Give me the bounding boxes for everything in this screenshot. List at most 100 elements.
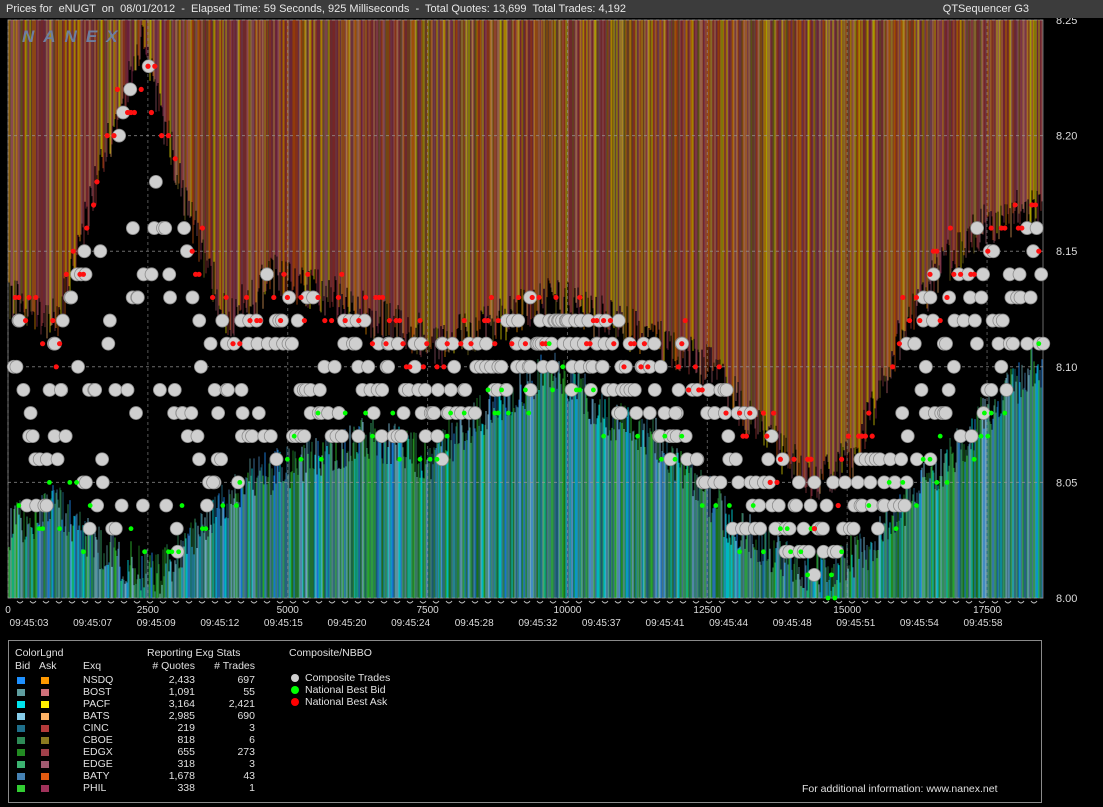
y-tick-label: 8.00 bbox=[1056, 593, 1077, 605]
x-minor-tick bbox=[523, 600, 531, 604]
composite-trade-marker bbox=[974, 290, 989, 305]
exchange-name: EDGE bbox=[83, 758, 113, 770]
x-minor-tick bbox=[913, 600, 921, 604]
x-tick-label: 12500 bbox=[693, 605, 721, 616]
composite-trade-marker bbox=[90, 498, 105, 513]
composite-trade-marker bbox=[826, 475, 840, 490]
y-tick-label: 8.15 bbox=[1056, 246, 1077, 258]
national-best-ask-marker bbox=[244, 294, 250, 301]
composite-trade-marker bbox=[595, 359, 610, 374]
composite-trade-marker bbox=[479, 336, 494, 351]
national-best-bid-marker bbox=[784, 526, 790, 532]
national-best-bid-marker bbox=[900, 480, 906, 485]
composite-trade-marker bbox=[396, 406, 411, 420]
composite-trade-marker bbox=[918, 359, 933, 374]
composite-trade-marker bbox=[728, 452, 743, 467]
national-best-bid-marker bbox=[417, 456, 423, 462]
national-best-bid-marker bbox=[699, 503, 705, 508]
national-best-bid-marker bbox=[798, 549, 804, 555]
national-best-ask-marker bbox=[329, 317, 335, 324]
composite-trade-marker bbox=[200, 498, 214, 513]
national-best-bid-marker bbox=[944, 480, 950, 485]
national-best-bid-marker bbox=[526, 410, 532, 416]
composite-trade-marker bbox=[468, 406, 482, 420]
composite-trade-marker bbox=[668, 406, 683, 420]
national-best-ask-marker bbox=[621, 364, 627, 370]
exchange-trades: 1 bbox=[249, 782, 255, 794]
bid-swatch bbox=[17, 677, 25, 684]
national-best-bid-marker bbox=[128, 526, 134, 532]
composite-trade-marker bbox=[801, 544, 816, 559]
x-minor-tick bbox=[744, 600, 752, 604]
time-label: 09:45:09 bbox=[137, 618, 176, 629]
national-best-ask-marker bbox=[536, 294, 542, 301]
national-best-ask-marker bbox=[57, 341, 63, 347]
national-best-ask-marker bbox=[53, 364, 59, 370]
composite-trade-marker bbox=[970, 336, 984, 351]
x-minor-tick bbox=[666, 600, 674, 604]
national-best-ask-marker bbox=[675, 364, 682, 370]
x-minor-tick bbox=[757, 600, 765, 604]
national-best-bid-marker bbox=[237, 480, 243, 485]
composite-trade-marker bbox=[361, 359, 376, 374]
nanex-watermark: NANEX bbox=[22, 27, 127, 46]
composite-trade-marker bbox=[77, 244, 92, 259]
national-best-bid-marker bbox=[679, 433, 685, 439]
national-best-ask-marker bbox=[420, 364, 426, 370]
national-best-ask-marker bbox=[937, 317, 943, 324]
national-best-bid-marker bbox=[81, 549, 86, 555]
x-minor-tick bbox=[341, 600, 349, 604]
exchange-quotes: 1,091 bbox=[168, 686, 195, 698]
nbbo-label: Composite Trades bbox=[305, 672, 391, 684]
composite-trade-marker bbox=[95, 475, 110, 490]
x-minor-tick bbox=[185, 600, 193, 604]
x-axis: 0 2500 5000 7500 10000 12500 15000 17500 09:45:0… bbox=[5, 600, 1038, 629]
national-best-bid-marker bbox=[370, 433, 375, 439]
national-best-ask-marker bbox=[577, 294, 583, 301]
national-best-ask-marker bbox=[638, 364, 644, 370]
exchange-quotes: 2,985 bbox=[168, 710, 195, 722]
composite-trade-marker bbox=[203, 336, 218, 351]
national-best-ask-marker bbox=[23, 317, 29, 324]
national-best-ask-marker bbox=[913, 294, 920, 301]
x-minor-tick bbox=[1017, 600, 1025, 604]
composite-trade-marker bbox=[647, 383, 662, 397]
national-best-ask-marker bbox=[890, 364, 896, 370]
national-best-ask-marker bbox=[522, 341, 529, 347]
exchange-name: EDGX bbox=[83, 746, 113, 758]
national-best-bid-marker bbox=[971, 456, 977, 462]
national-best-ask-marker bbox=[594, 317, 600, 324]
national-best-ask-marker bbox=[509, 341, 515, 347]
national-best-bid-marker bbox=[179, 503, 185, 508]
x-minor-tick bbox=[276, 600, 284, 604]
ask-swatch bbox=[41, 761, 49, 768]
composite-trade-marker bbox=[327, 359, 342, 374]
national-best-bid-marker bbox=[832, 595, 838, 601]
national-best-ask-marker bbox=[458, 341, 464, 347]
x-minor-tick bbox=[978, 600, 986, 604]
composite-trade-marker bbox=[863, 475, 878, 490]
x-minor-tick bbox=[874, 600, 882, 604]
national-best-ask-marker bbox=[40, 341, 46, 347]
national-best-bid-marker bbox=[176, 549, 182, 555]
national-best-ask-marker bbox=[771, 410, 777, 416]
x-minor-tick bbox=[302, 600, 310, 604]
x-minor-tick bbox=[536, 600, 544, 604]
national-best-ask-marker bbox=[764, 433, 770, 439]
national-best-bid-marker bbox=[363, 410, 368, 416]
national-best-ask-marker bbox=[33, 294, 39, 301]
national-best-ask-marker bbox=[305, 271, 311, 277]
national-best-bid-marker bbox=[57, 526, 62, 532]
national-best-bid-marker bbox=[825, 595, 831, 601]
exchange-quotes: 2,433 bbox=[168, 674, 195, 686]
composite-trade-marker bbox=[152, 383, 167, 397]
national-best-ask-marker bbox=[210, 294, 216, 301]
national-best-ask-marker bbox=[148, 109, 154, 116]
composite-trade-marker bbox=[819, 498, 834, 513]
national-best-bid-marker bbox=[448, 410, 453, 416]
national-best-bid-marker bbox=[937, 433, 943, 439]
national-best-ask-marker bbox=[641, 341, 648, 347]
x-minor-tick bbox=[809, 600, 817, 604]
ask-swatch bbox=[41, 713, 49, 720]
composite-trade-marker bbox=[206, 475, 221, 490]
